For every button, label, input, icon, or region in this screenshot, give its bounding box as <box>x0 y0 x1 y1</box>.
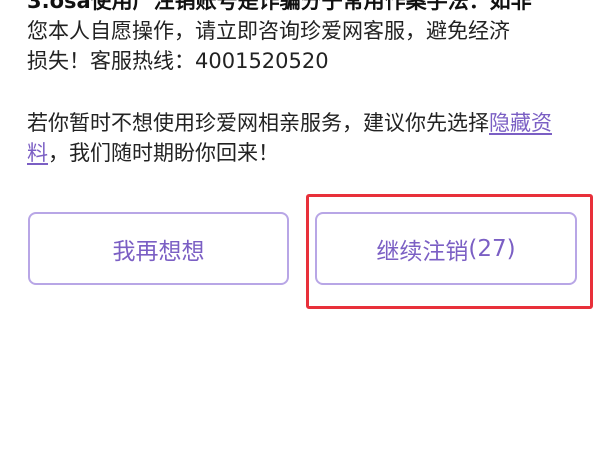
suggestion-paragraph: 若你暂时不想使用珍爱网相亲服务，建议你先选择隐藏资料，我们随时期盼你回来！ <box>27 108 575 168</box>
fraud-warning-line3: 损失！客服热线： <box>27 49 195 73</box>
continue-deregister-button[interactable]: 继续注销 (27) <box>315 212 577 285</box>
think-again-button[interactable]: 我再想想 <box>28 212 289 285</box>
fraud-warning-heading: 3.osa使用产注销账号是诈骗分子常用作案手法：如非 <box>27 0 532 13</box>
deregister-confirm-page: 3.osa使用产注销账号是诈骗分子常用作案手法：如非您本人自愿操作，请立即咨询珍… <box>0 0 600 462</box>
countdown-label: (27) <box>468 235 516 262</box>
notice-text: 3.osa使用产注销账号是诈骗分子常用作案手法：如非您本人自愿操作，请立即咨询珍… <box>27 0 575 168</box>
fraud-warning-paragraph: 3.osa使用产注销账号是诈骗分子常用作案手法：如非您本人自愿操作，请立即咨询珍… <box>27 0 575 76</box>
hotline-number: 4001520520 <box>195 49 329 73</box>
fraud-warning-line2: 您本人自愿操作，请立即咨询珍爱网客服，避免经济 <box>27 19 510 43</box>
think-again-label: 我再想想 <box>112 238 205 265</box>
suggestion-suffix: ，我们随时期盼你回来！ <box>48 141 279 165</box>
continue-label: 继续注销 <box>376 238 469 265</box>
suggestion-prefix: 若你暂时不想使用珍爱网相亲服务，建议你先选择 <box>27 111 489 135</box>
